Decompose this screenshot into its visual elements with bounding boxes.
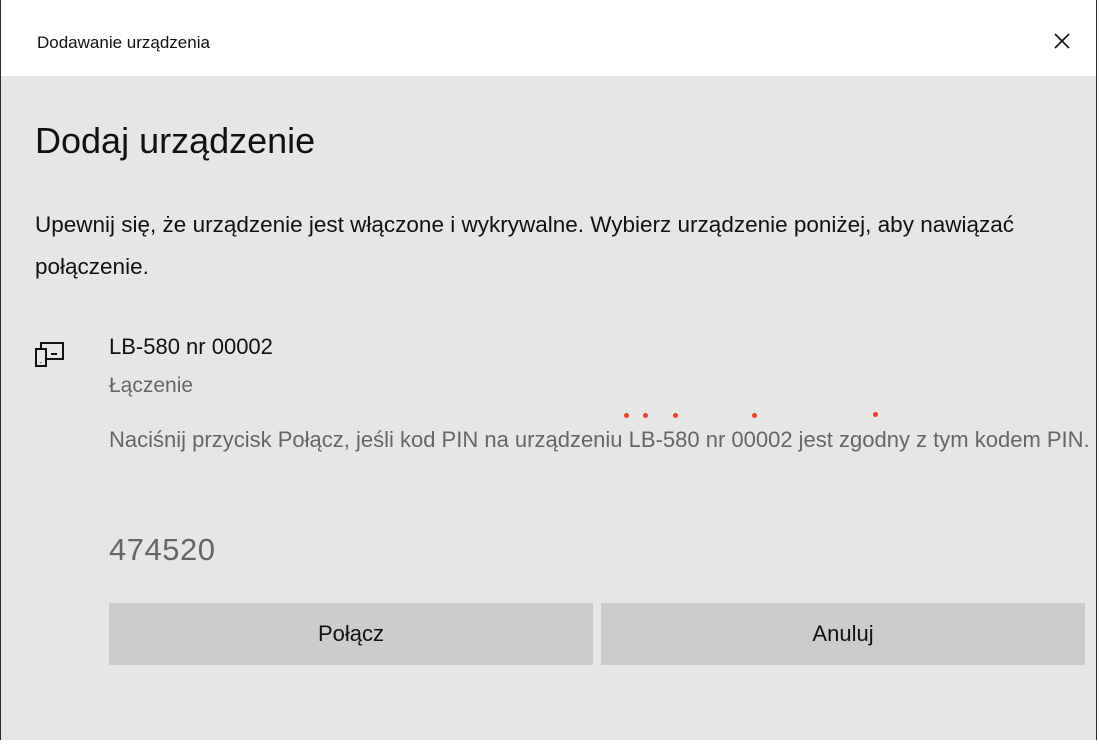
marker-dot bbox=[752, 413, 757, 418]
marker-dot bbox=[624, 413, 629, 418]
add-device-dialog: Dodawanie urządzenia Dodaj urządzenie Up… bbox=[0, 0, 1097, 740]
connect-button[interactable]: Połącz bbox=[109, 603, 593, 665]
device-name: LB-580 nr 00002 bbox=[109, 334, 273, 359]
window-title: Dodawanie urządzenia bbox=[37, 33, 210, 52]
page-title: Dodaj urządzenie bbox=[35, 120, 316, 161]
instructions-text: Upewnij się, że urządzenie jest włączone… bbox=[35, 212, 1015, 279]
marker-dot bbox=[673, 413, 678, 418]
device-list-item[interactable]: LB-580 nr 00002 Łączenie Naciśnij przyci… bbox=[35, 328, 1090, 748]
close-icon bbox=[1054, 33, 1070, 49]
close-button[interactable] bbox=[1038, 18, 1086, 64]
pin-instructions: Naciśnij przycisk Połącz, jeśli kod PIN … bbox=[109, 427, 1090, 452]
dialog-content: Dodaj urządzenie Upewnij się, że urządze… bbox=[1, 76, 1096, 740]
device-status: Łączenie bbox=[109, 374, 194, 397]
device-icon bbox=[35, 342, 64, 367]
marker-dot bbox=[873, 412, 878, 417]
marker-dot bbox=[643, 413, 648, 418]
cancel-button[interactable]: Anuluj bbox=[601, 603, 1085, 665]
title-bar: Dodawanie urządzenia bbox=[1, 0, 1096, 76]
pin-code: 474520 bbox=[109, 532, 216, 567]
